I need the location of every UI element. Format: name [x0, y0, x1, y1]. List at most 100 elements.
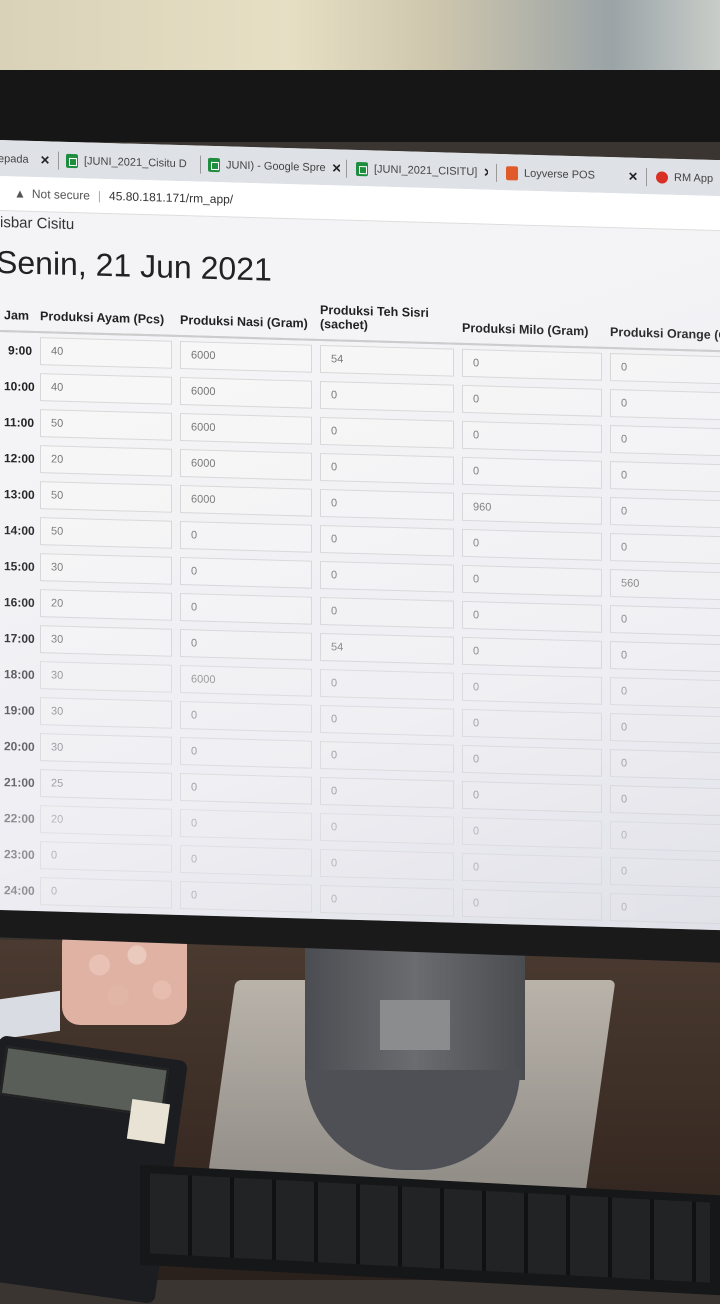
teh-input[interactable]: 0: [320, 380, 454, 413]
ayam-input[interactable]: 30: [40, 553, 172, 585]
close-icon[interactable]: ✕: [332, 161, 340, 175]
teh-input[interactable]: 54: [320, 632, 454, 665]
nasi-input[interactable]: 0: [180, 881, 312, 913]
milo-input[interactable]: 0: [462, 384, 602, 417]
teh-input[interactable]: 0: [320, 776, 454, 809]
table-cell: 0: [606, 385, 720, 425]
teh-input[interactable]: 0: [320, 524, 454, 557]
milo-input[interactable]: 0: [462, 528, 602, 561]
milo-input[interactable]: 0: [462, 600, 602, 633]
orange-input[interactable]: 0: [610, 677, 720, 710]
orange-input[interactable]: 0: [610, 641, 720, 674]
teh-input[interactable]: 0: [320, 452, 454, 485]
orange-input[interactable]: 0: [610, 605, 720, 638]
teh-input[interactable]: 0: [320, 740, 454, 773]
ayam-input[interactable]: 20: [40, 805, 172, 837]
tab-title: RM App: [674, 171, 714, 185]
nasi-input[interactable]: 6000: [180, 665, 312, 697]
ayam-input[interactable]: 25: [40, 769, 172, 801]
security-label[interactable]: Not secure: [32, 187, 90, 203]
browser-tab[interactable]: JUNI) - Google Spre ✕: [208, 150, 340, 184]
teh-input[interactable]: 0: [320, 884, 454, 917]
ayam-input[interactable]: 20: [40, 445, 172, 477]
nasi-input[interactable]: 6000: [180, 449, 312, 481]
browser-tab[interactable]: epada ✕: [0, 144, 50, 175]
orange-input[interactable]: 0: [610, 785, 720, 818]
teh-input[interactable]: 0: [320, 704, 454, 737]
orange-input[interactable]: 0: [610, 857, 720, 890]
nasi-input[interactable]: 0: [180, 809, 312, 841]
nasi-input[interactable]: 0: [180, 701, 312, 733]
milo-input[interactable]: 0: [462, 456, 602, 489]
orange-input[interactable]: 0: [610, 821, 720, 854]
nasi-input[interactable]: 0: [180, 737, 312, 769]
nasi-input[interactable]: 0: [180, 845, 312, 877]
browser-tab[interactable]: [JUNI_2021_CISITU] ✕: [356, 154, 488, 188]
close-icon[interactable]: ✕: [628, 170, 638, 184]
milo-input[interactable]: 0: [462, 816, 602, 849]
browser-tab[interactable]: Loyverse POS ✕: [506, 158, 638, 192]
close-icon[interactable]: ✕: [40, 153, 50, 167]
browser-tab[interactable]: [JUNI_2021_Cisitu D ✕: [66, 146, 194, 180]
milo-input[interactable]: 0: [462, 672, 602, 705]
orange-input[interactable]: 0: [610, 713, 720, 746]
orange-input[interactable]: 0: [610, 893, 720, 926]
orange-input[interactable]: 0: [610, 749, 720, 782]
nasi-input[interactable]: 0: [180, 773, 312, 805]
ayam-input[interactable]: 40: [40, 373, 172, 405]
milo-input[interactable]: 0: [462, 636, 602, 669]
milo-input[interactable]: 0: [462, 708, 602, 741]
close-icon[interactable]: ✕: [483, 166, 488, 180]
browser-tab-active[interactable]: RM App: [656, 162, 720, 194]
orange-input[interactable]: 0: [610, 497, 720, 530]
nasi-input[interactable]: 0: [180, 557, 312, 589]
nasi-input[interactable]: 0: [180, 521, 312, 553]
url-text[interactable]: 45.80.181.171/rm_app/: [109, 189, 233, 206]
ayam-input[interactable]: 30: [40, 625, 172, 657]
teh-input[interactable]: 0: [320, 668, 454, 701]
orange-input[interactable]: 0: [610, 389, 720, 422]
ayam-input[interactable]: 50: [40, 409, 172, 441]
ayam-input[interactable]: 0: [40, 841, 172, 873]
nasi-input[interactable]: 6000: [180, 413, 312, 445]
ayam-input[interactable]: 40: [40, 337, 172, 369]
ayam-input[interactable]: 50: [40, 517, 172, 549]
teh-input[interactable]: 0: [320, 560, 454, 593]
table-cell: 960: [458, 489, 606, 529]
table-cell: 0: [458, 597, 606, 637]
nasi-input[interactable]: 6000: [180, 377, 312, 409]
teh-input[interactable]: 54: [320, 344, 454, 377]
ayam-input[interactable]: 20: [40, 589, 172, 621]
nasi-input[interactable]: 6000: [180, 341, 312, 373]
ayam-input[interactable]: 0: [40, 877, 172, 909]
ayam-input[interactable]: 30: [40, 697, 172, 729]
teh-input[interactable]: 0: [320, 416, 454, 449]
milo-input[interactable]: 960: [462, 492, 602, 525]
orange-input[interactable]: 0: [610, 425, 720, 458]
milo-input[interactable]: 0: [462, 348, 602, 381]
orange-input[interactable]: 0: [610, 533, 720, 566]
teh-input[interactable]: 0: [320, 596, 454, 629]
milo-input[interactable]: 0: [462, 852, 602, 885]
nasi-input[interactable]: 0: [180, 593, 312, 625]
milo-input[interactable]: 0: [462, 744, 602, 777]
hour-label: 10:00: [4, 379, 35, 394]
ayam-input[interactable]: 30: [40, 733, 172, 765]
teh-input[interactable]: 0: [320, 488, 454, 521]
orange-input[interactable]: 0: [610, 461, 720, 494]
teh-input[interactable]: 0: [320, 848, 454, 881]
ayam-input[interactable]: 30: [40, 661, 172, 693]
close-icon[interactable]: ✕: [193, 157, 194, 171]
nasi-input[interactable]: 6000: [180, 485, 312, 517]
milo-input[interactable]: 0: [462, 888, 602, 921]
ayam-input[interactable]: 50: [40, 481, 172, 513]
orange-input[interactable]: 560: [610, 569, 720, 602]
milo-input[interactable]: 0: [462, 420, 602, 453]
table-cell: 0: [316, 521, 458, 561]
orange-input[interactable]: 0: [610, 353, 720, 386]
milo-input[interactable]: 0: [462, 780, 602, 813]
milo-input[interactable]: 0: [462, 564, 602, 597]
teh-input[interactable]: 0: [320, 812, 454, 845]
warning-icon[interactable]: ▲: [14, 186, 26, 200]
nasi-input[interactable]: 0: [180, 629, 312, 661]
